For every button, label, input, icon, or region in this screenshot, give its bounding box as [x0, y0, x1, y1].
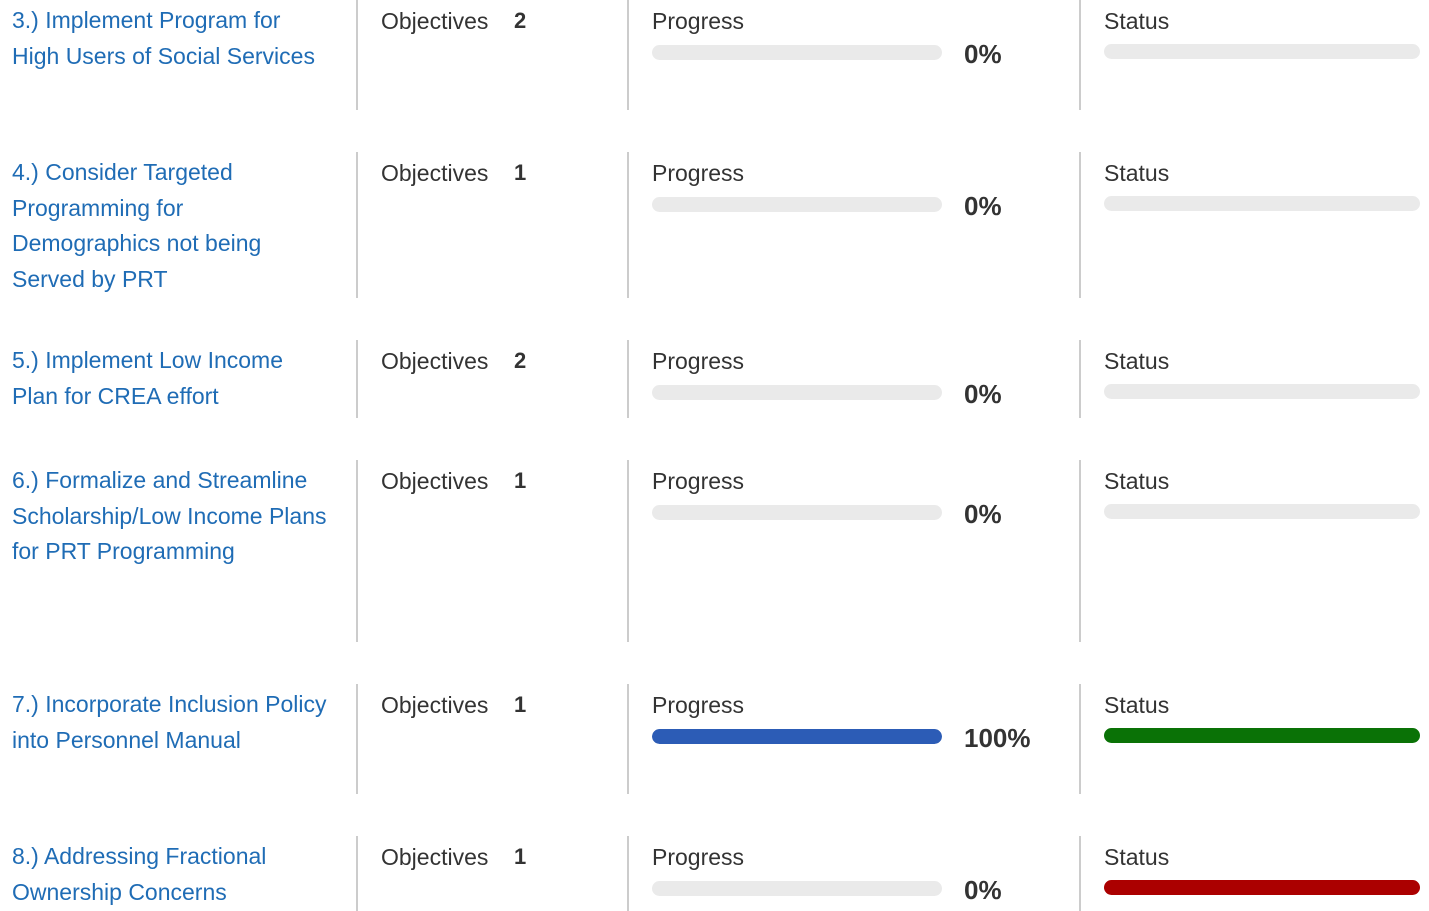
column-divider — [627, 152, 629, 298]
goal-title-link[interactable]: 7.) Incorporate Inclusion Policy into Pe… — [12, 684, 332, 758]
column-divider — [627, 340, 629, 418]
column-divider — [1079, 340, 1081, 418]
column-divider — [1079, 0, 1081, 110]
status-cell: Status — [1104, 684, 1422, 794]
objectives-count: 1 — [514, 160, 527, 185]
status-indicator-bar — [1104, 504, 1420, 519]
objectives-cell: Objectives 2 — [381, 340, 611, 418]
progress-label: Progress — [652, 348, 745, 374]
status-label: Status — [1104, 468, 1170, 494]
objectives-count: 2 — [514, 8, 527, 33]
objectives-count: 1 — [514, 692, 527, 717]
objectives-label: Objectives — [381, 348, 489, 374]
objectives-label: Objectives — [381, 8, 489, 34]
progress-cell: Progress 0% — [652, 0, 1062, 110]
status-indicator-bar — [1104, 384, 1420, 399]
column-divider — [1079, 152, 1081, 298]
progress-cell: Progress 0% — [652, 152, 1062, 298]
goal-title-cell: 3.) Implement Program for High Users of … — [12, 0, 332, 110]
progress-bar-fill — [652, 729, 942, 744]
progress-label: Progress — [652, 468, 745, 494]
progress-bar — [652, 385, 942, 400]
progress-percent: 0% — [964, 39, 1002, 69]
progress-label: Progress — [652, 692, 745, 718]
column-divider — [356, 340, 358, 418]
objectives-cell: Objectives 1 — [381, 836, 611, 911]
status-cell: Status — [1104, 460, 1422, 642]
goal-title-link[interactable]: 4.) Consider Targeted Programming for De… — [12, 152, 332, 298]
column-divider — [356, 460, 358, 642]
objectives-cell: Objectives 1 — [381, 684, 611, 794]
progress-cell: Progress 0% — [652, 836, 1062, 911]
objectives-count: 1 — [514, 844, 527, 869]
progress-bar — [652, 45, 942, 60]
goal-title-cell: 4.) Consider Targeted Programming for De… — [12, 152, 332, 298]
objectives-cell: Objectives 1 — [381, 460, 611, 642]
column-divider — [1079, 836, 1081, 911]
goal-row: 3.) Implement Program for High Users of … — [0, 0, 1429, 110]
goal-row: 8.) Addressing Fractional Ownership Conc… — [0, 836, 1429, 911]
goal-row: 6.) Formalize and Streamline Scholarship… — [0, 460, 1429, 642]
column-divider — [356, 152, 358, 298]
progress-bar — [652, 505, 942, 520]
status-label: Status — [1104, 348, 1170, 374]
progress-percent: 0% — [964, 379, 1002, 409]
progress-bar — [652, 729, 942, 744]
progress-percent: 0% — [964, 499, 1002, 529]
goal-title-cell: 8.) Addressing Fractional Ownership Conc… — [12, 836, 332, 911]
column-divider — [1079, 460, 1081, 642]
progress-cell: Progress 0% — [652, 460, 1062, 642]
goal-title-cell: 6.) Formalize and Streamline Scholarship… — [12, 460, 332, 642]
objectives-label: Objectives — [381, 844, 489, 870]
progress-percent: 0% — [964, 875, 1002, 905]
progress-cell: Progress 0% — [652, 340, 1062, 418]
objectives-count: 2 — [514, 348, 527, 373]
objectives-label: Objectives — [381, 160, 489, 186]
status-cell: Status — [1104, 836, 1422, 911]
objectives-cell: Objectives 1 — [381, 152, 611, 298]
status-cell: Status — [1104, 0, 1422, 110]
goal-row: 4.) Consider Targeted Programming for De… — [0, 152, 1429, 298]
status-indicator-bar — [1104, 728, 1420, 743]
progress-bar — [652, 881, 942, 896]
column-divider — [627, 684, 629, 794]
column-divider — [627, 0, 629, 110]
goal-title-link[interactable]: 3.) Implement Program for High Users of … — [12, 0, 332, 74]
objectives-cell: Objectives 2 — [381, 0, 611, 110]
goal-title-link[interactable]: 8.) Addressing Fractional Ownership Conc… — [12, 836, 332, 910]
objectives-count: 1 — [514, 468, 527, 493]
status-label: Status — [1104, 8, 1170, 34]
progress-label: Progress — [652, 844, 745, 870]
column-divider — [627, 836, 629, 911]
column-divider — [1079, 684, 1081, 794]
goal-row: 5.) Implement Low Income Plan for CREA e… — [0, 340, 1429, 418]
progress-percent: 100% — [964, 723, 1031, 753]
progress-bar — [652, 197, 942, 212]
objectives-label: Objectives — [381, 692, 489, 718]
goal-title-cell: 7.) Incorporate Inclusion Policy into Pe… — [12, 684, 332, 794]
goal-row: 7.) Incorporate Inclusion Policy into Pe… — [0, 684, 1429, 794]
status-label: Status — [1104, 692, 1170, 718]
status-indicator-bar — [1104, 880, 1420, 895]
status-label: Status — [1104, 160, 1170, 186]
goal-title-link[interactable]: 5.) Implement Low Income Plan for CREA e… — [12, 340, 332, 414]
status-cell: Status — [1104, 340, 1422, 418]
status-indicator-bar — [1104, 44, 1420, 59]
column-divider — [356, 684, 358, 794]
goal-title-cell: 5.) Implement Low Income Plan for CREA e… — [12, 340, 332, 418]
progress-cell: Progress 100% — [652, 684, 1062, 794]
column-divider — [356, 836, 358, 911]
status-cell: Status — [1104, 152, 1422, 298]
status-label: Status — [1104, 844, 1170, 870]
goal-title-link[interactable]: 6.) Formalize and Streamline Scholarship… — [12, 460, 332, 570]
progress-percent: 0% — [964, 191, 1002, 221]
progress-label: Progress — [652, 8, 745, 34]
progress-label: Progress — [652, 160, 745, 186]
column-divider — [356, 0, 358, 110]
column-divider — [627, 460, 629, 642]
status-indicator-bar — [1104, 196, 1420, 211]
objectives-label: Objectives — [381, 468, 489, 494]
